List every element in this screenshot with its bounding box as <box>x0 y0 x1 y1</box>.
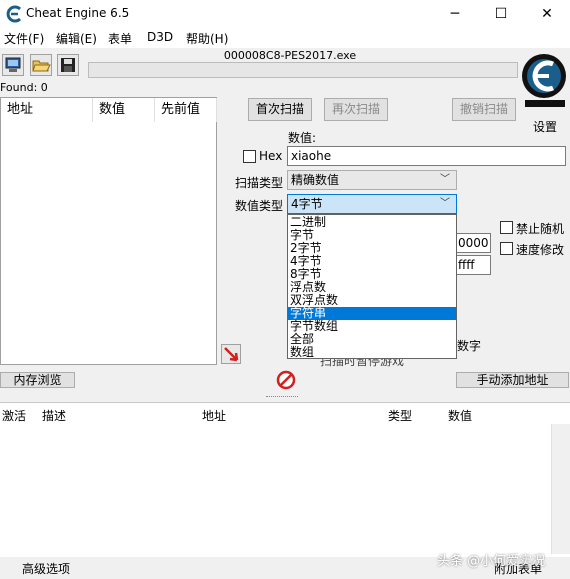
value-type-value: 4字节 <box>291 197 323 211</box>
disable-random-checkbox[interactable] <box>500 221 513 234</box>
value-type-option[interactable]: 数组 <box>288 346 456 359</box>
close-button[interactable]: ✕ <box>524 0 570 28</box>
column-active[interactable]: 激活 <box>2 407 26 424</box>
maximize-button[interactable]: ☐ <box>478 0 524 28</box>
stop-sign-icon <box>276 370 296 390</box>
value-type-dropdown[interactable]: 二进制 字节 2字节 4字节 8字节 浮点数 双浮点数 字符串 字节数组 全部 数组 <box>287 214 457 359</box>
first-scan-button[interactable]: 首次扫描 <box>248 98 312 121</box>
window-title: Cheat Engine 6.5 <box>26 6 130 20</box>
address-list[interactable]: 激活 描述 地址 类型 数值 <box>0 402 570 557</box>
last-digits-label: 数字 <box>457 339 482 353</box>
folder-open-icon <box>32 60 51 72</box>
splitter-handle[interactable] <box>266 396 298 399</box>
hex-checkbox[interactable] <box>243 150 256 163</box>
add-address-manually-button[interactable]: 手动添加地址 <box>456 372 569 388</box>
found-list[interactable]: 地址 数值 先前值 <box>0 97 217 365</box>
advanced-options-button[interactable]: 高级选项 <box>22 560 70 577</box>
menu-help[interactable]: 帮助(H) <box>186 30 228 47</box>
column-address[interactable]: 地址 <box>1 98 93 122</box>
red-arrow-icon <box>224 347 239 362</box>
value-type-label: 数值类型 <box>235 199 284 213</box>
menu-edit[interactable]: 编辑(E) <box>56 30 97 47</box>
process-name: 000008C8-PES2017.exe <box>223 49 357 62</box>
select-process-button[interactable] <box>2 54 24 76</box>
add-pointer-button[interactable] <box>221 344 241 364</box>
menu-d3d[interactable]: D3D <box>147 30 173 44</box>
floppy-disk-icon <box>61 58 75 72</box>
stop-button[interactable] <box>276 370 296 390</box>
column-description[interactable]: 描述 <box>42 407 66 424</box>
start-address-field[interactable]: 0000 <box>455 233 491 253</box>
column-value[interactable]: 数值 <box>93 98 155 122</box>
menu-table[interactable]: 表单 <box>108 30 132 47</box>
save-file-button[interactable] <box>57 54 79 76</box>
hex-label: Hex <box>259 149 283 163</box>
scan-type-select[interactable]: 精确数值 ﹀ <box>287 170 457 190</box>
value-input[interactable]: xiaohe <box>287 146 566 166</box>
memory-view-button[interactable]: 内存浏览 <box>0 372 75 388</box>
stop-address-field[interactable]: ffff <box>455 255 491 275</box>
chevron-down-icon: ﹀ <box>440 174 450 185</box>
settings-label[interactable]: 设置 <box>533 118 557 135</box>
scan-type-label: 扫描类型 <box>235 176 284 190</box>
open-file-button[interactable] <box>30 54 52 76</box>
speedhack-label: 速度修改 <box>516 243 565 257</box>
watermark: 头条 @小何爱实况 <box>437 554 546 569</box>
cheat-engine-logo[interactable] <box>519 50 570 110</box>
menu-bar: 文件(F) 编辑(E) 表单 D3D 帮助(H) <box>0 28 570 48</box>
title-bar: Cheat Engine 6.5 ─ ☐ ✕ <box>0 0 570 28</box>
disable-random-label: 禁止随机 <box>516 222 565 236</box>
undo-scan-button[interactable]: 撤销扫描 <box>452 98 516 121</box>
scan-progress-bar <box>88 62 518 78</box>
found-count: Found: 0 <box>0 81 48 94</box>
column-address[interactable]: 地址 <box>202 407 226 424</box>
speedhack-checkbox[interactable] <box>500 242 513 255</box>
cheat-engine-icon <box>6 5 22 23</box>
address-list-scrollbar[interactable] <box>551 424 570 554</box>
value-type-select[interactable]: 4字节 ﹀ <box>287 194 457 214</box>
next-scan-button[interactable]: 再次扫描 <box>324 98 388 121</box>
column-value[interactable]: 数值 <box>448 407 472 424</box>
column-previous[interactable]: 先前值 <box>155 98 217 122</box>
value-label: 数值: <box>288 131 317 145</box>
minimize-button[interactable]: ─ <box>432 0 478 28</box>
scan-type-value: 精确数值 <box>291 173 340 187</box>
computer-icon <box>5 57 21 72</box>
chevron-down-icon: ﹀ <box>440 198 450 209</box>
column-type[interactable]: 类型 <box>388 407 412 424</box>
menu-file[interactable]: 文件(F) <box>4 30 44 47</box>
